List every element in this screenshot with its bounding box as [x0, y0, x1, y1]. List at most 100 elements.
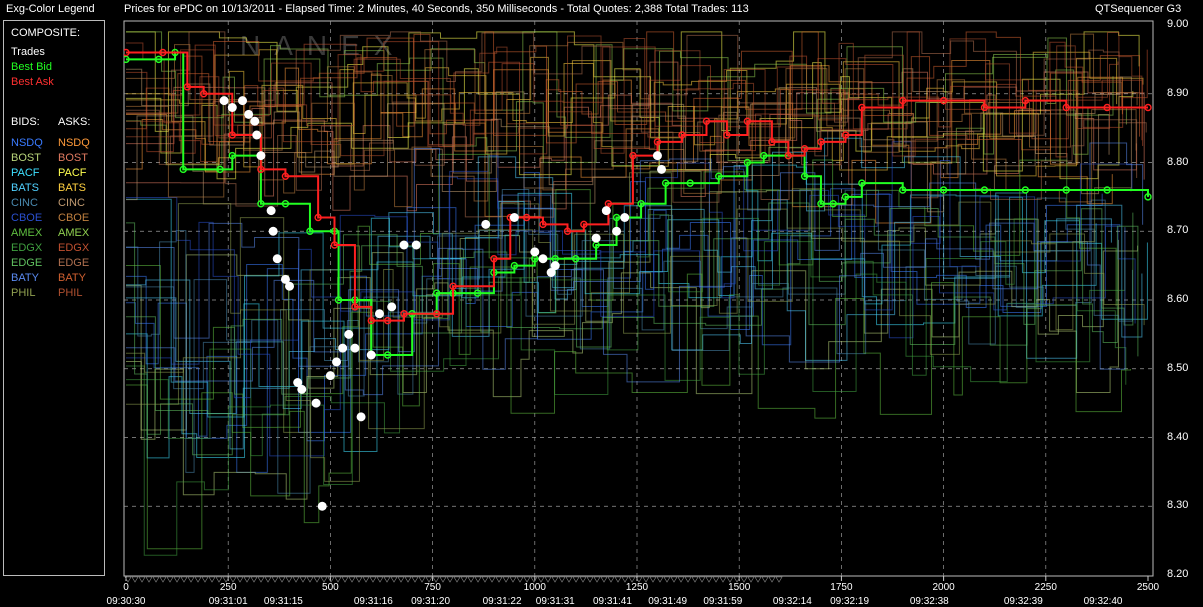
y-tick-label: 8.40: [1167, 430, 1189, 443]
x-tick-label: 750: [424, 582, 441, 593]
axis-marker: [306, 576, 314, 583]
axis-marker: [369, 576, 377, 583]
axis-marker: [768, 576, 776, 583]
axis-marker: [446, 576, 454, 583]
x-tick-label: 1500: [728, 582, 751, 593]
trade-dot: [652, 151, 662, 161]
axis-marker: [131, 576, 139, 583]
axis-marker: [341, 576, 349, 583]
axis-marker: [180, 576, 188, 583]
trade-dot: [332, 357, 342, 367]
trade-dot: [366, 350, 376, 360]
x-time-label: 09:31:22: [482, 596, 522, 607]
x-time-label: 09:31:49: [648, 596, 688, 607]
axis-marker: [593, 576, 601, 583]
axis-marker: [285, 576, 293, 583]
axis-marker: [467, 576, 475, 583]
trade-dot: [219, 96, 229, 106]
x-time-label: 09:31:31: [535, 596, 575, 607]
axis-marker: [754, 576, 762, 583]
x-time-label: 09:32:38: [909, 596, 949, 607]
axis-marker: [292, 576, 300, 583]
axis-marker: [502, 576, 510, 583]
trade-dot: [266, 206, 276, 216]
axis-marker: [257, 576, 265, 583]
x-time-label: 09:31:15: [263, 596, 303, 607]
x-time-label: 09:32:39: [1003, 596, 1043, 607]
axis-marker: [761, 576, 769, 583]
axis-marker: [362, 576, 370, 583]
y-tick-label: 8.20: [1167, 568, 1189, 580]
x-time-label: 09:32:14: [772, 596, 812, 607]
trade-dot: [612, 226, 622, 236]
axis-marker: [397, 576, 405, 583]
axis-marker: [376, 576, 384, 583]
x-tick-label: 2000: [932, 582, 955, 593]
trade-dot: [256, 151, 266, 161]
y-tick-label: 8.80: [1167, 155, 1189, 168]
trade-dot: [252, 130, 262, 140]
x-tick-label: 0: [123, 582, 129, 593]
axis-marker: [558, 576, 566, 583]
x-tick-label: 1250: [625, 582, 649, 593]
axis-marker: [712, 576, 720, 583]
trade-dot: [344, 329, 354, 339]
axis-marker: [684, 576, 692, 583]
axis-marker: [250, 576, 258, 583]
trade-dot: [356, 412, 366, 422]
trade-dot: [399, 240, 409, 250]
axis-marker: [565, 576, 573, 583]
axis-marker: [600, 576, 608, 583]
y-tick-label: 8.60: [1167, 293, 1189, 305]
trade-dot: [620, 213, 630, 222]
trade-dot: [374, 309, 384, 319]
trade-dot: [317, 501, 327, 511]
trade-dot: [285, 281, 295, 291]
axis-marker: [271, 576, 279, 583]
axis-marker: [243, 576, 251, 583]
axis-marker: [656, 576, 664, 583]
axis-marker: [488, 576, 496, 583]
x-time-label: 09:31:20: [411, 596, 451, 607]
trade-dot: [591, 233, 601, 243]
axis-marker: [509, 576, 517, 583]
x-time-label: 09:32:40: [1083, 596, 1123, 607]
axis-marker: [159, 576, 167, 583]
axis-marker: [173, 576, 181, 583]
trade-dot: [550, 261, 560, 271]
trade-dot: [227, 103, 237, 112]
axis-marker: [516, 576, 524, 583]
trade-dot: [250, 116, 260, 126]
axis-marker: [551, 576, 559, 583]
y-tick-label: 8.30: [1167, 499, 1189, 512]
trade-dot: [601, 206, 611, 216]
axis-marker: [719, 576, 727, 583]
axis-marker: [649, 576, 657, 583]
axis-marker: [698, 576, 706, 583]
axis-marker: [691, 576, 699, 583]
axis-marker: [383, 576, 391, 583]
trade-dot: [509, 213, 519, 222]
axis-marker: [705, 576, 713, 583]
axis-marker: [495, 576, 503, 583]
axis-marker: [152, 576, 160, 583]
trade-dot: [481, 219, 491, 229]
axis-marker: [453, 576, 461, 583]
x-time-label: 09:32:19: [830, 596, 870, 607]
x-time-label: 09:31:01: [208, 596, 248, 607]
x-tick-label: 1750: [830, 582, 853, 593]
x-tick-label: 1000: [523, 582, 546, 593]
axis-marker: [187, 576, 195, 583]
x-tick-label: 250: [219, 582, 237, 593]
axis-marker: [299, 576, 307, 583]
axis-marker: [236, 576, 244, 583]
y-tick-label: 9.00: [1167, 18, 1189, 30]
axis-marker: [607, 576, 615, 583]
axis-marker: [166, 576, 174, 583]
axis-marker: [474, 576, 482, 583]
axis-marker: [670, 576, 678, 583]
x-tick-label: 2500: [1136, 582, 1160, 593]
trade-dot: [350, 343, 360, 353]
x-time-label: 09:31:41: [593, 596, 632, 607]
trade-dot: [297, 384, 307, 394]
